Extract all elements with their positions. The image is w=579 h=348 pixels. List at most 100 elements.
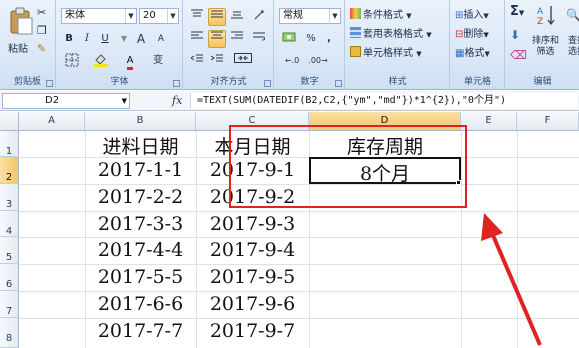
paste-label[interactable]: 粘贴 [8, 40, 28, 55]
find-select-button[interactable]: 查找 选择 [568, 36, 579, 58]
decrease-decimal-icon[interactable]: .00→ [307, 52, 329, 70]
copy-icon[interactable]: ❐ [37, 24, 47, 37]
styles-group: 条件格式 ▼ 套用表格格式 ▼ 单元格样式 ▼ 样式 [346, 0, 450, 90]
row-header-2[interactable]: 2 [0, 157, 19, 184]
sort-filter-icon[interactable]: AZ [536, 4, 558, 27]
column-header-f[interactable]: F [517, 112, 579, 131]
orientation-icon[interactable] [250, 8, 268, 26]
underline-button[interactable]: U [97, 30, 113, 48]
comma-button[interactable]: , [321, 30, 337, 48]
insert-function-icon[interactable]: fx [172, 94, 182, 107]
font-name-select[interactable]: 宋体 ▼ [61, 8, 137, 24]
delete-label: 删除 [463, 29, 484, 40]
autosum-button[interactable]: Σ▼ [510, 4, 524, 19]
formula-input[interactable]: =TEXT(SUM(DATEDIF(B2,C2,{"ym","md"})*1^{… [190, 93, 577, 109]
name-box-value: D2 [45, 95, 60, 106]
cell-b3[interactable]: 2017-2-2 [85, 186, 196, 208]
sort-filter-label-line1: 排序和 [532, 36, 560, 46]
find-label-line1: 查找 [568, 36, 579, 46]
font-color-letter: A [126, 55, 134, 70]
cell-b7[interactable]: 2017-6-6 [85, 293, 196, 315]
clipboard-launcher-icon[interactable] [46, 80, 53, 87]
row-header-3[interactable]: 3 [0, 184, 19, 211]
row-header-5[interactable]: 5 [0, 237, 19, 264]
clear-icon[interactable]: ⌫ [510, 48, 527, 62]
conditional-format-button[interactable]: 条件格式 ▼ [350, 6, 412, 21]
row-header-6[interactable]: 6 [0, 264, 19, 291]
font-color-button[interactable]: A [119, 52, 141, 70]
alignment-group: 对齐方式 [184, 0, 274, 90]
underline-dropdown-icon[interactable]: ▼ [119, 30, 129, 48]
cell-styles-icon [350, 46, 361, 57]
chevron-down-icon: ▼ [483, 31, 489, 39]
align-left-icon[interactable] [188, 30, 206, 48]
font-size-select[interactable]: 20 ▼ [139, 8, 179, 24]
format-button[interactable]: ▦格式▼ [455, 44, 490, 59]
cell-c5[interactable]: 2017-9-4 [196, 239, 309, 261]
decrease-indent-icon[interactable] [188, 52, 206, 70]
row-header-8[interactable]: 8 [0, 318, 19, 348]
highlight-box [229, 125, 467, 208]
sort-filter-button[interactable]: 排序和 筛选 [532, 36, 559, 58]
bold-button[interactable]: B [61, 30, 77, 48]
cell-c7[interactable]: 2017-9-6 [196, 293, 309, 315]
align-right-icon[interactable] [228, 30, 246, 48]
chevron-down-icon: ▼ [406, 12, 412, 20]
row-header-7[interactable]: 7 [0, 291, 19, 318]
cell-b6[interactable]: 2017-5-5 [85, 266, 196, 288]
table-format-button[interactable]: 套用表格格式 ▼ [350, 25, 432, 40]
italic-button[interactable]: I [79, 30, 95, 48]
increase-decimal-icon[interactable]: ←.0 [281, 52, 303, 70]
align-top-icon[interactable] [188, 8, 206, 26]
number-launcher-icon[interactable] [335, 80, 342, 87]
cell-b5[interactable]: 2017-4-4 [85, 239, 196, 261]
number-group: 常规 ▼ % , ←.0 .00→ 数字 [275, 0, 345, 90]
shrink-font-button[interactable]: A [153, 30, 169, 48]
insert-label: 插入 [463, 10, 484, 21]
name-box[interactable]: D2 ▼ [2, 93, 130, 109]
percent-button[interactable]: % [303, 30, 319, 48]
alignment-launcher-icon[interactable] [264, 80, 271, 87]
conditional-format-label: 条件格式 [363, 10, 403, 21]
row-header-1[interactable]: 1 [0, 131, 19, 157]
paste-icon[interactable] [8, 6, 34, 36]
font-launcher-icon[interactable] [173, 80, 180, 87]
sum-icon: Σ [510, 4, 519, 19]
fill-icon[interactable]: ⬇ [510, 28, 520, 42]
cell-b8[interactable]: 2017-7-7 [85, 320, 196, 342]
cell-b2[interactable]: 2017-1-1 [85, 159, 196, 181]
number-format-select[interactable]: 常规 ▼ [279, 8, 341, 24]
phonetic-button[interactable]: 变 [147, 52, 169, 70]
cell-styles-button[interactable]: 单元格样式 ▼ [350, 44, 422, 59]
fill-color-icon[interactable] [89, 52, 113, 70]
borders-icon[interactable] [61, 52, 83, 70]
column-header-b[interactable]: B [85, 112, 196, 131]
cell-c6[interactable]: 2017-9-5 [196, 266, 309, 288]
align-center-icon[interactable] [208, 30, 226, 48]
find-icon[interactable]: 🔍 [566, 8, 579, 22]
cell-c8[interactable]: 2017-9-7 [196, 320, 309, 342]
merge-center-icon[interactable] [230, 52, 256, 70]
row-header-4[interactable]: 4 [0, 211, 19, 237]
wrap-text-icon[interactable] [250, 30, 268, 48]
excel-window: 粘贴 ✂ ❐ ✎ 剪贴板 宋体 ▼ 20 ▼ B I U ▼ A A A 变 字… [0, 0, 579, 348]
sort-filter-label-line2: 筛选 [536, 47, 555, 57]
increase-indent-icon[interactable] [208, 52, 226, 70]
column-header-a[interactable]: A [19, 112, 85, 131]
currency-icon[interactable] [279, 30, 299, 48]
select-all-corner[interactable] [0, 112, 19, 131]
cell-b1[interactable]: 进料日期 [85, 132, 196, 159]
grow-font-button[interactable]: A [133, 30, 149, 48]
align-middle-icon[interactable] [208, 8, 226, 26]
format-painter-icon[interactable]: ✎ [37, 42, 46, 55]
cell-b4[interactable]: 2017-3-3 [85, 213, 196, 235]
cut-icon[interactable]: ✂ [37, 6, 46, 19]
align-bottom-icon[interactable] [228, 8, 246, 26]
cell-c4[interactable]: 2017-9-3 [196, 213, 309, 235]
insert-button[interactable]: ⊞插入▼ [455, 6, 489, 21]
table-format-icon [350, 27, 361, 38]
column-header-e[interactable]: E [461, 112, 517, 131]
delete-button[interactable]: ⊟删除▼ [455, 25, 489, 40]
svg-text:A: A [537, 7, 544, 17]
styles-group-label: 样式 [388, 77, 407, 87]
